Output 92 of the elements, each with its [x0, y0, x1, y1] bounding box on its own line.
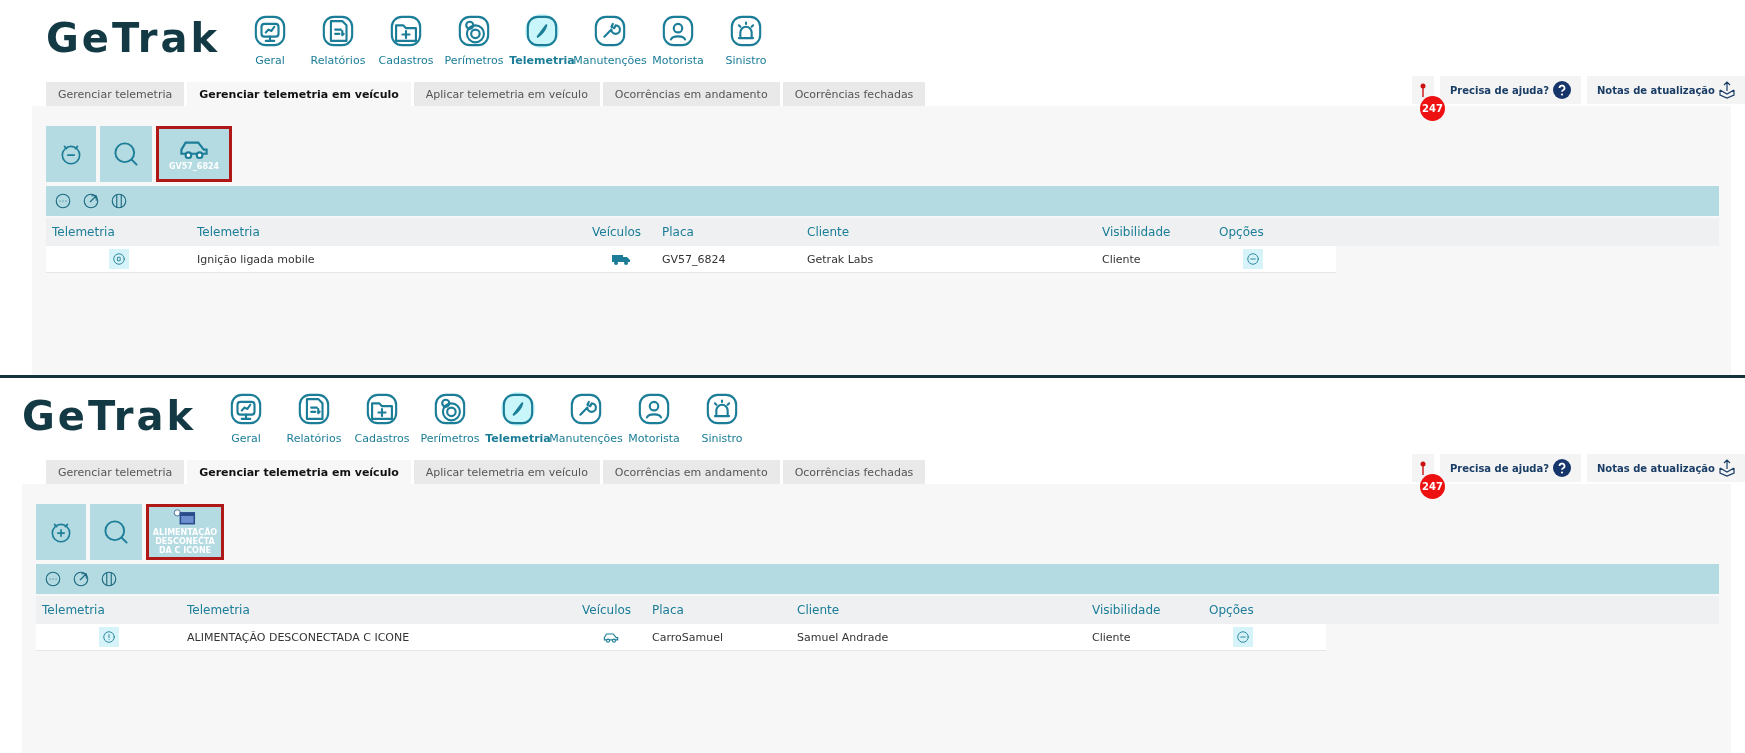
search-button[interactable]	[100, 126, 152, 182]
remove-button[interactable]	[1243, 249, 1263, 269]
export-icon[interactable]	[72, 570, 90, 588]
table-cell-text: CarroSamuel	[651, 630, 724, 644]
driver-icon	[637, 392, 671, 426]
nav-item[interactable]: Cadastros	[372, 14, 440, 67]
release-notes-button[interactable]: Notas de atualização	[1587, 76, 1745, 104]
tab[interactable]: Gerenciar telemetria	[46, 460, 185, 484]
tab[interactable]: Gerenciar telemetria em veículo	[187, 460, 411, 484]
column-header[interactable]: Placa	[646, 603, 791, 617]
more-icon[interactable]	[54, 192, 72, 210]
tab[interactable]: Aplicar telemetria em veículo	[413, 82, 600, 106]
nav-item[interactable]: Sinistro	[688, 392, 756, 445]
table-cell-text: Cliente	[1091, 630, 1132, 644]
table-cell-text: Samuel Andrade	[796, 630, 890, 644]
box-icon	[1719, 459, 1735, 477]
column-header[interactable]: Visibilidade	[1086, 603, 1203, 617]
tab[interactable]: Ocorrências fechadas	[782, 460, 926, 484]
monitor-icon	[253, 14, 287, 48]
alert-button[interactable]	[1412, 76, 1434, 104]
telemetry-icon	[98, 627, 119, 647]
nav-item[interactable]: Relatórios	[304, 14, 372, 67]
nav-item[interactable]: Sinistro	[712, 14, 780, 67]
tab[interactable]: Ocorrências em andamento	[602, 82, 780, 106]
report-icon	[321, 14, 355, 48]
report-icon	[297, 392, 331, 426]
pin-icon	[1420, 83, 1426, 97]
columns-icon[interactable]	[100, 570, 118, 588]
table-cell-text: Ignição ligada mobile	[196, 252, 316, 266]
nav-item[interactable]: Cadastros	[348, 392, 416, 445]
column-header[interactable]: Visibilidade	[1096, 225, 1213, 239]
nav-item[interactable]: Perímetros	[440, 14, 508, 67]
search-icon	[111, 139, 141, 169]
column-header[interactable]: Opções	[1213, 225, 1293, 239]
timer-button[interactable]	[36, 504, 86, 560]
nav-item[interactable]: Manutenções	[552, 392, 620, 445]
timer-button[interactable]	[46, 126, 96, 182]
help-icon	[1553, 81, 1571, 99]
siren-icon	[705, 392, 739, 426]
search-icon	[101, 517, 131, 547]
help-button[interactable]: Precisa de ajuda?	[1440, 454, 1581, 482]
nav-item[interactable]: Relatórios	[280, 392, 348, 445]
target-icon	[433, 392, 467, 426]
column-header[interactable]: Veículos	[576, 603, 646, 617]
table-cell-text: GV57_6824	[661, 252, 727, 266]
tab[interactable]: Gerenciar telemetria	[46, 82, 185, 106]
column-header[interactable]: Cliente	[791, 603, 1086, 617]
driver-icon	[661, 14, 695, 48]
column-header[interactable]: Veículos	[586, 225, 656, 239]
column-header[interactable]: Cliente	[801, 225, 1096, 239]
pin-icon	[1420, 461, 1426, 475]
car-icon	[602, 630, 620, 644]
compass-icon	[501, 392, 535, 426]
search-button[interactable]	[90, 504, 142, 560]
target-icon	[457, 14, 491, 48]
folder-plus-icon	[389, 14, 423, 48]
release-notes-button[interactable]: Notas de atualização	[1587, 454, 1745, 482]
nav-item[interactable]: Geral	[236, 14, 304, 67]
table-cell-text: ALIMENTAÇÃO DESCONECTADA C ICONE	[186, 630, 411, 644]
help-button[interactable]: Precisa de ajuda?	[1440, 76, 1581, 104]
logo: GeTrak	[46, 18, 222, 58]
column-header[interactable]: Telemetria	[46, 225, 191, 239]
table-cell-text: Getrak Labs	[806, 252, 875, 266]
tab[interactable]: Ocorrências em andamento	[602, 460, 780, 484]
table-cell-text: Cliente	[1101, 252, 1142, 266]
siren-icon	[729, 14, 763, 48]
alert-button[interactable]	[1412, 454, 1434, 482]
remove-button[interactable]	[1233, 627, 1253, 647]
column-header[interactable]: Placa	[656, 225, 801, 239]
columns-icon[interactable]	[110, 192, 128, 210]
compass-icon	[525, 14, 559, 48]
more-icon[interactable]	[44, 570, 62, 588]
column-header[interactable]: Telemetria	[36, 603, 181, 617]
logo: GeTrak	[22, 396, 198, 436]
tab[interactable]: Gerenciar telemetria em veículo	[187, 82, 411, 106]
column-header[interactable]: Opções	[1203, 603, 1283, 617]
wrench-icon	[593, 14, 627, 48]
wrench-icon	[569, 392, 603, 426]
nav-item[interactable]: Perímetros	[416, 392, 484, 445]
telemetry-icon	[108, 249, 129, 269]
box-icon	[1719, 81, 1735, 99]
tab[interactable]: Aplicar telemetria em veículo	[413, 460, 600, 484]
tab[interactable]: Ocorrências fechadas	[782, 82, 926, 106]
column-header[interactable]: Telemetria	[181, 603, 576, 617]
column-header[interactable]: Telemetria	[191, 225, 586, 239]
folder-plus-icon	[365, 392, 399, 426]
monitor-icon	[229, 392, 263, 426]
truck-icon	[612, 253, 630, 265]
help-icon	[1553, 459, 1571, 477]
nav-item[interactable]: Geral	[212, 392, 280, 445]
nav-item[interactable]: Manutenções	[576, 14, 644, 67]
export-icon[interactable]	[82, 192, 100, 210]
